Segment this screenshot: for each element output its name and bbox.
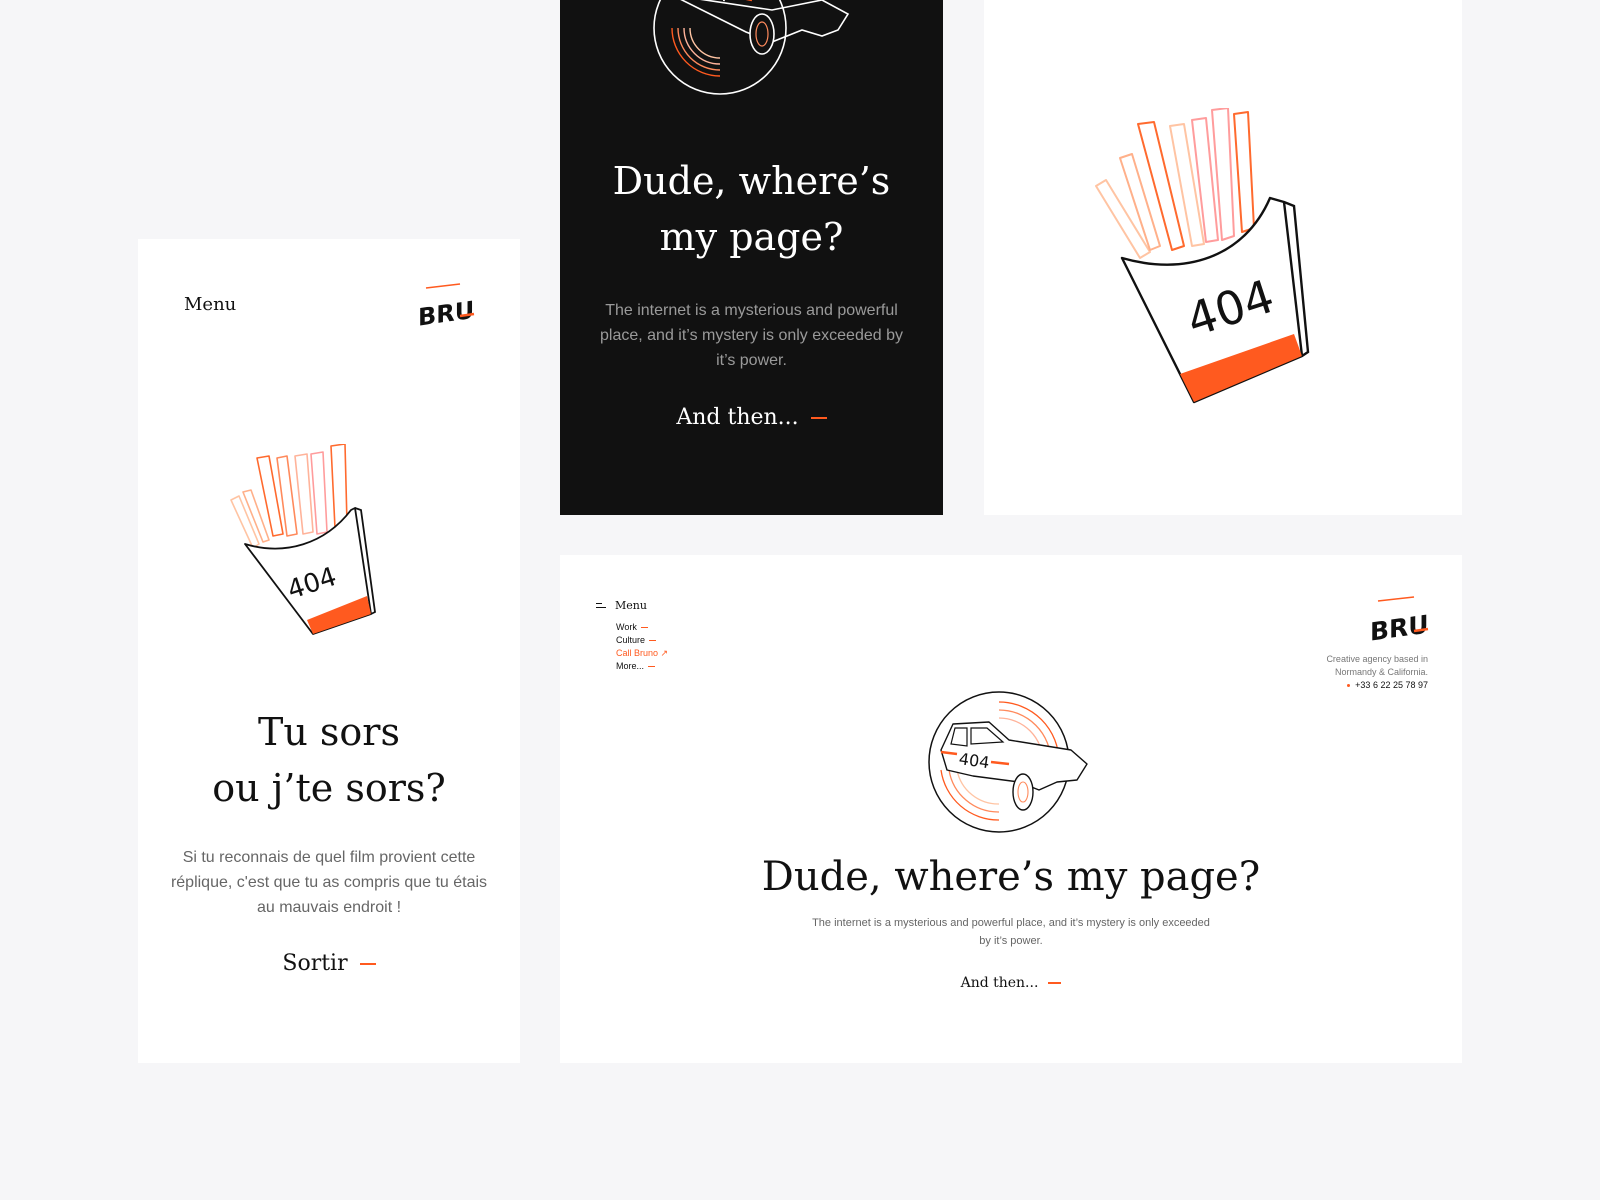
and-then-link[interactable]: And then... [560, 405, 943, 430]
title-line-1: Dude, where’s [612, 159, 891, 203]
exit-link[interactable]: Sortir [138, 951, 520, 976]
menu-button[interactable]: Menu [184, 294, 236, 315]
dash-icon [648, 666, 656, 668]
description: The internet is a mysterious and powerfu… [600, 302, 903, 369]
fries-404-illustration: 404 [1094, 107, 1324, 413]
page-title: Dude, where’s my page? [560, 153, 943, 265]
nav-item-more[interactable]: More... [616, 660, 668, 673]
dash-icon [649, 640, 657, 642]
nav-item-call-bruno[interactable]: Call Bruno ↗ [616, 647, 668, 660]
title-line-1: Tu sors [258, 710, 400, 754]
dash-icon [359, 963, 376, 965]
dash-icon [810, 417, 827, 419]
dot-icon [1347, 684, 1351, 688]
exit-link-label: Sortir [282, 951, 348, 976]
page-title: Dude, where’s my page? [761, 854, 1261, 900]
page-title: Tu sors ou j’te sors? [138, 704, 520, 816]
bruno-logo[interactable]: BRUNO [416, 282, 515, 333]
svg-text:BRUNO: BRUNO [418, 290, 476, 328]
hamburger-icon [596, 602, 606, 609]
nav-item-culture[interactable]: Culture [616, 634, 668, 647]
car-404-illustration: 404 [927, 690, 1095, 845]
mobile-404-card-fr: Menu BRUNO 404 Tu sors ou j’te sors? Si … [138, 239, 520, 1063]
phone-link[interactable]: +33 6 22 25 78 97 [1326, 679, 1428, 692]
menu-label: Menu [615, 599, 647, 612]
nav-item-work[interactable]: Work [616, 621, 668, 634]
agency-info: Creative agency based in Normandy & Cali… [1326, 653, 1428, 692]
fries-illustration-card: 404 [984, 0, 1462, 515]
svg-text:404: 404 [693, 0, 730, 7]
info-line-2: Normandy & California. [1334, 667, 1428, 677]
info-line-1: Creative agency based in [1326, 654, 1428, 664]
and-then-label: And then... [960, 975, 1039, 991]
menu-button[interactable]: Menu [596, 599, 647, 612]
car-404-illustration: 404 [652, 0, 852, 107]
title-line-2: ou j’te sors? [212, 766, 446, 810]
mobile-404-card-dark: 404 Dude, where’s my page? The internet … [560, 0, 943, 515]
desktop-404-card: Menu Work Culture Call Bruno ↗ More... B… [560, 555, 1462, 1063]
fries-404-illustration: 404 [225, 443, 385, 649]
svg-text:BRUNO: BRUNO [1370, 604, 1430, 643]
description: Si tu reconnais de quel film provient ce… [170, 849, 488, 916]
bruno-logo[interactable]: BRUNO [1368, 595, 1462, 648]
nav-menu: Work Culture Call Bruno ↗ More... [616, 621, 668, 673]
and-then-link[interactable]: And then... [560, 975, 1462, 991]
dash-icon [640, 627, 648, 629]
and-then-label: And then... [676, 405, 799, 430]
dash-icon [1048, 982, 1062, 984]
description: The internet is a mysterious and powerfu… [812, 917, 1210, 947]
arrow-up-right-icon: ↗ [660, 648, 669, 658]
title-line-2: my page? [659, 215, 844, 259]
